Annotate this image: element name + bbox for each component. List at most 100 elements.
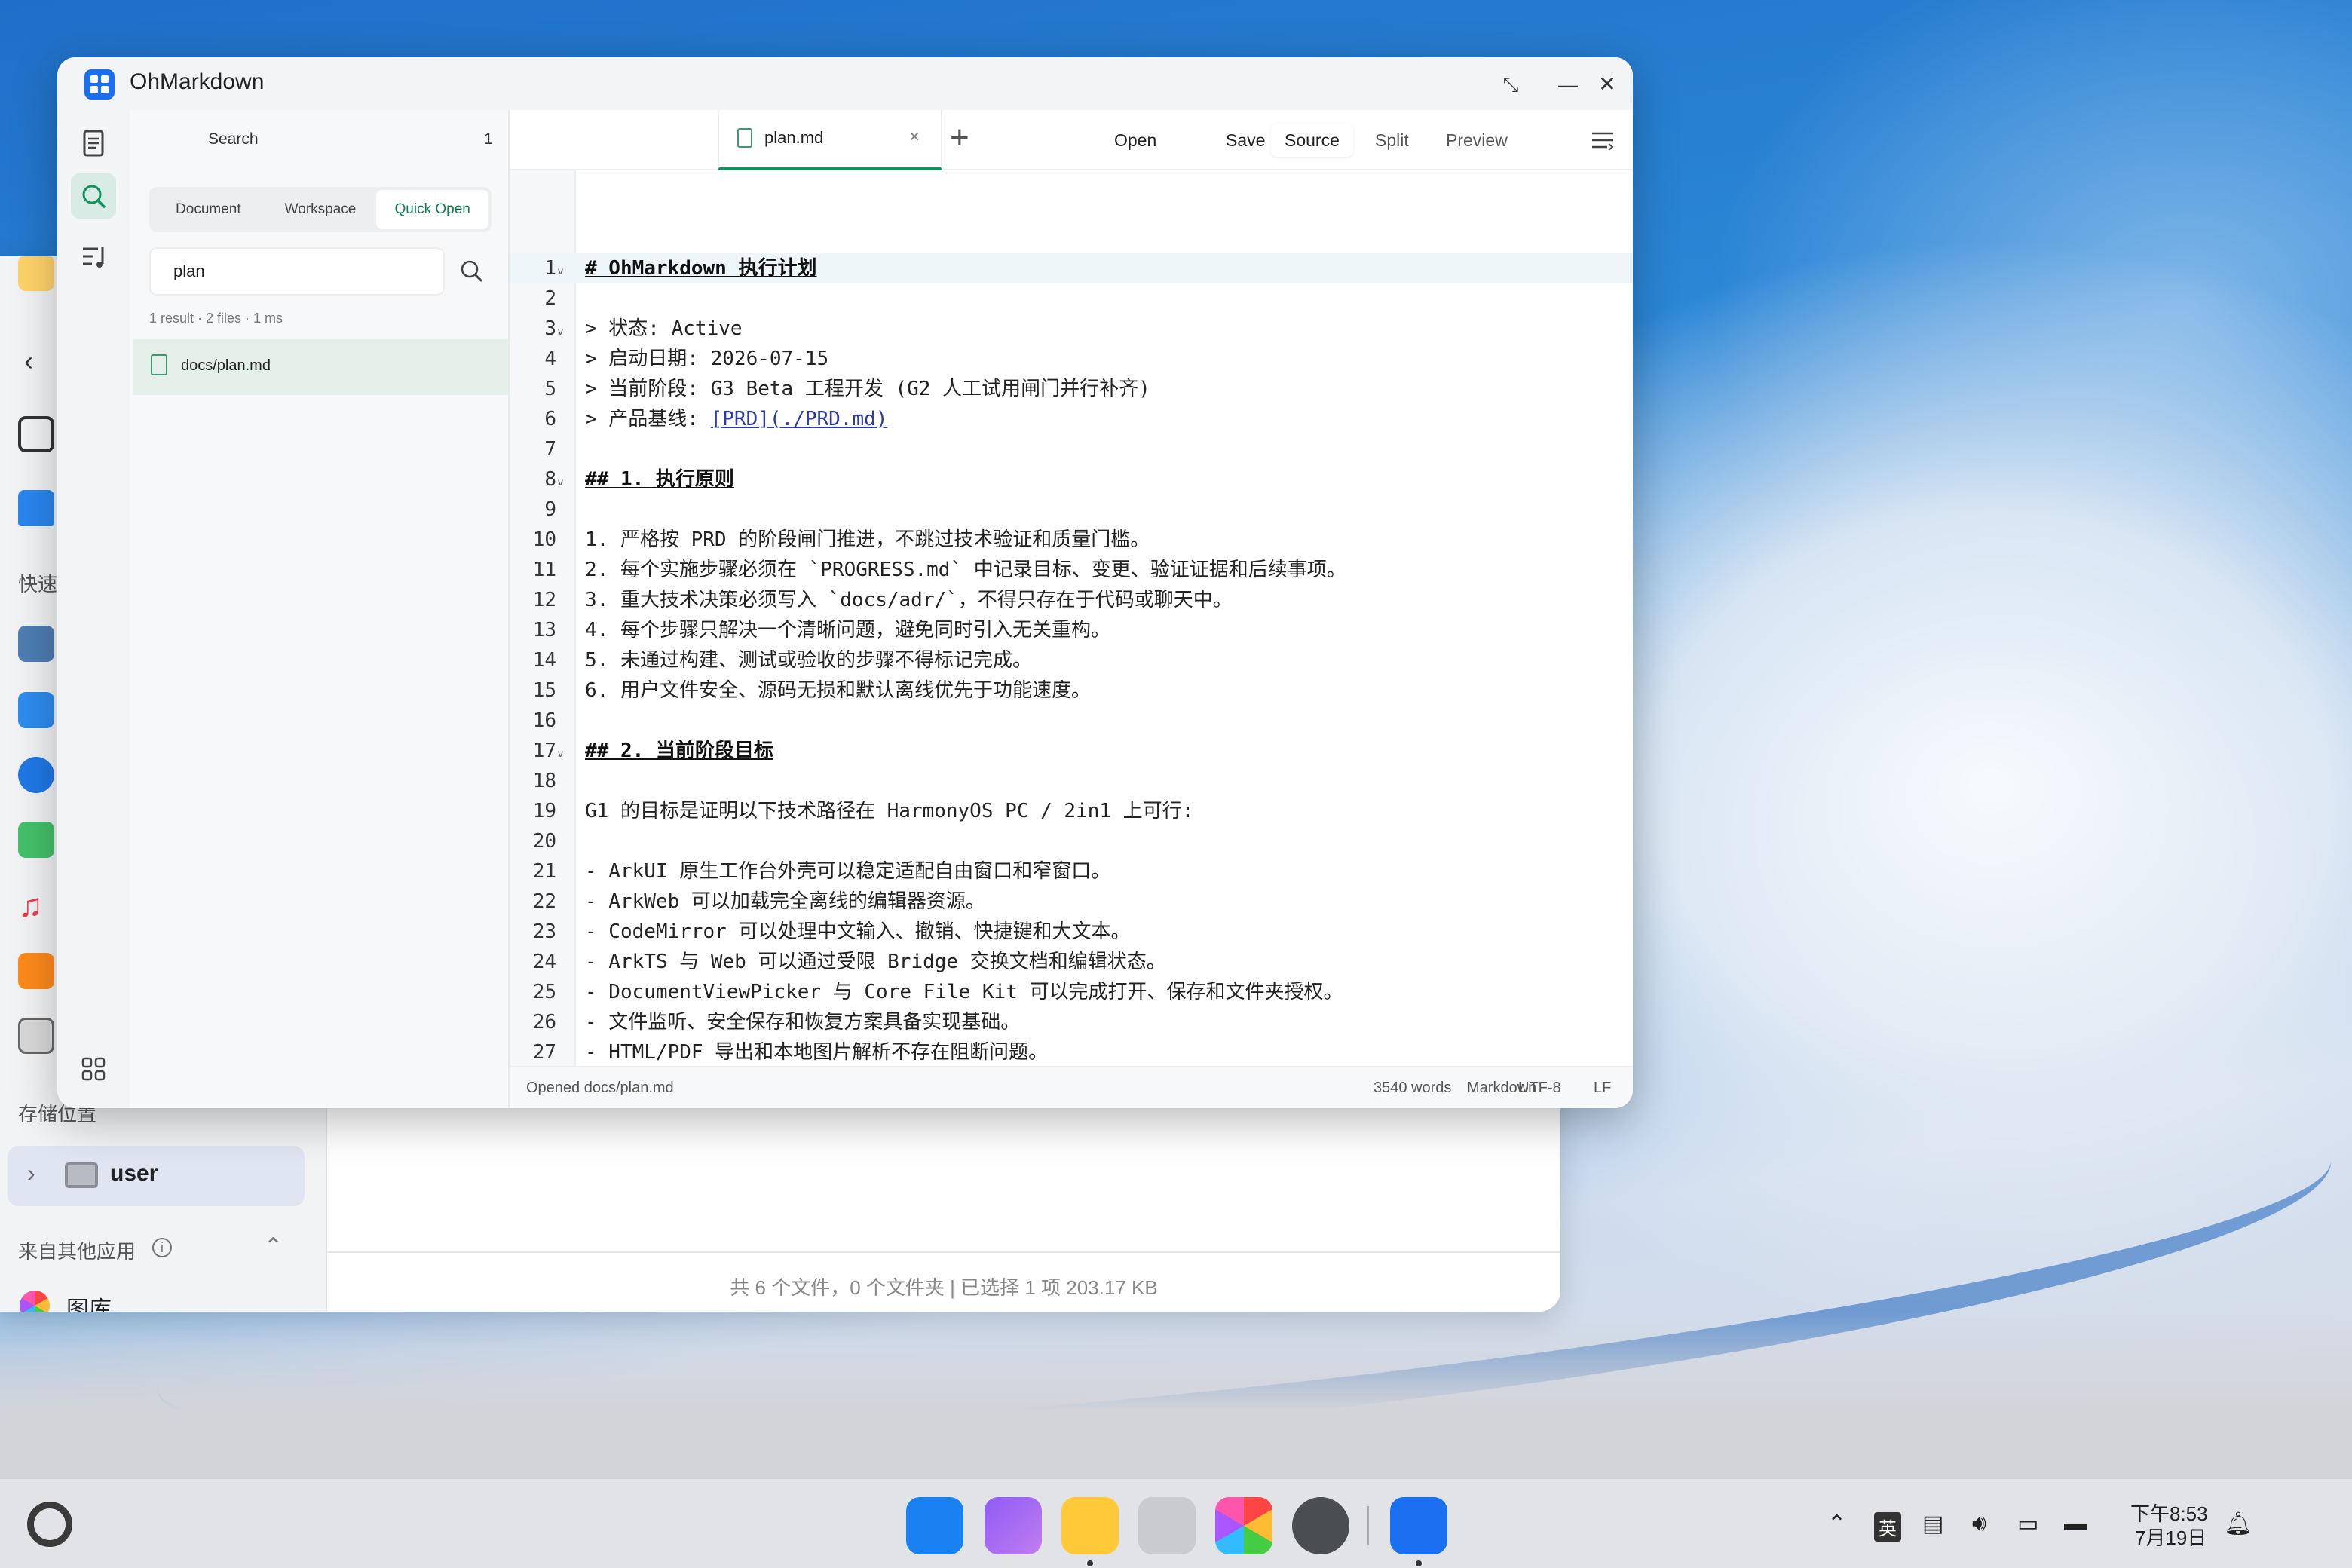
status-message: Opened docs/plan.md [526,1080,674,1096]
settings-icon[interactable] [1292,1497,1349,1554]
code-line[interactable]: 6 > 产品基线: [PRD](./PRD.md) [510,404,1633,434]
display-icon[interactable]: ▭ [2017,1511,2038,1537]
start-button[interactable] [27,1502,72,1547]
desktop-bottom [0,1312,2352,1478]
split-mode-button[interactable]: Split [1361,124,1423,157]
divider [327,1251,1560,1253]
line-text: ## 1. 执行原则 [585,468,734,491]
code-line[interactable]: 4 > 启动日期: 2026-07-15 [510,344,1633,374]
code-line[interactable]: 17 v ## 2. 当前阶段目标 [510,736,1633,766]
search-activity-icon[interactable] [71,173,116,219]
menu-icon[interactable] [1589,127,1616,154]
code-line[interactable]: 9 [510,495,1633,525]
folder-app-icon[interactable] [18,256,54,291]
app-center-icon[interactable] [906,1497,963,1554]
close-button[interactable]: ✕ [1591,68,1624,101]
code-line[interactable]: 14 5. 未通过构建、测试或验收的步骤不得标记完成。 [510,645,1633,675]
code-line[interactable]: 18 [510,766,1633,796]
music-icon[interactable]: ♫ [18,888,54,924]
outline-activity-icon[interactable] [71,234,116,279]
line-ending[interactable]: LF [1594,1080,1611,1097]
new-tab-button[interactable]: + [950,119,969,157]
download-icon[interactable] [18,757,54,793]
close-icon[interactable]: × [909,127,920,148]
markdown-link[interactable]: [PRD](./PRD.md) [711,408,888,430]
code-line[interactable]: 21 - ArkUI 原生工作台外壳可以稳定适配自由窗口和窄窗口。 [510,856,1633,887]
editor[interactable]: 1 v # OhMarkdown 执行计划 2 3 v > 状态: Active 4 > 启动日… [510,170,1633,1066]
code-line[interactable]: 7 [510,434,1633,464]
chevron-up-icon[interactable]: ⌃ [264,1233,283,1260]
code-line[interactable]: 10 1. 严格按 PRD 的阶段闸门推进，不跳过技术验证和质量门槛。 [510,525,1633,555]
code-line[interactable]: 22 - ArkWeb 可以加载完全离线的编辑器资源。 [510,887,1633,917]
encoding[interactable]: UTF-8 [1518,1080,1561,1097]
code-line[interactable]: 25 - DocumentViewPicker 与 Core File Kit 可… [510,977,1633,1007]
chevron-up-icon[interactable]: ⌃ [1827,1511,1846,1537]
images-icon[interactable] [18,822,54,858]
ime-indicator[interactable]: 英 [1874,1512,1901,1542]
code-line[interactable]: 20 [510,826,1633,856]
code-line[interactable]: 23 - CodeMirror 可以处理中文输入、撤销、快捷键和大文本。 [510,917,1633,947]
code-line[interactable]: 12 3. 重大技术决策必须写入 `docs/adr/`，不得只存在于代码或聊天中… [510,585,1633,615]
code-line[interactable]: 13 4. 每个步骤只解决一个清晰问题，避免同时引入无关重构。 [510,615,1633,645]
search-input[interactable] [149,247,445,296]
code-line[interactable]: 27 - HTML/PDF 导出和本地图片解析不存在阻断问题。 [510,1037,1633,1066]
code-line[interactable]: 15 6. 用户文件安全、源码无损和默认离线优先于功能速度。 [510,675,1633,706]
sidebar-item-user[interactable]: › user [8,1146,305,1206]
battery-icon[interactable]: ▬ [2064,1511,2087,1536]
back-icon[interactable]: ‹ [24,345,33,377]
gallery-icon[interactable] [1215,1497,1272,1554]
title-bar[interactable]: OhMarkdown ⤡ — ✕ [57,57,1633,110]
tab-document[interactable]: Document [152,190,265,229]
minimize-button[interactable]: — [1551,68,1585,101]
clipboard-icon[interactable]: ▤ [1922,1511,1943,1537]
tab-bar: plan.md × + Open Save Source Split Previ… [510,110,1633,170]
gallery-label[interactable]: 图库 [66,1291,112,1312]
tab-quick-open[interactable]: Quick Open [376,190,489,229]
tab-plan-md[interactable]: plan.md × [718,110,942,170]
running-indicator [1087,1560,1093,1566]
tab-workspace[interactable]: Workspace [265,190,377,229]
chevron-right-icon[interactable]: › [27,1159,35,1187]
line-number: 19 [532,800,556,822]
line-text: - CodeMirror 可以处理中文输入、撤销、快捷键和大文本。 [585,920,1131,943]
list-item[interactable]: docs/plan.md [133,339,510,395]
notification-icon[interactable]: 🔔︎ [2224,1511,2252,1537]
code-line[interactable]: 16 [510,706,1633,736]
info-icon[interactable]: i [152,1238,172,1257]
line-text: - ArkUI 原生工作台外壳可以稳定适配自由窗口和窄窗口。 [585,860,1111,883]
new-folder-icon[interactable] [18,416,54,452]
code-line[interactable]: 1 v # OhMarkdown 执行计划 [510,253,1633,283]
quick-access-label: 快速 [18,573,58,596]
sidebar-app-icon-1[interactable] [18,626,54,662]
code-line[interactable]: 24 - ArkTS 与 Web 可以通过受限 Bridge 交换文档和编辑状态。 [510,947,1633,977]
video-icon[interactable] [18,953,54,989]
docs-icon[interactable] [18,692,54,728]
code-line[interactable]: 11 2. 每个实施步骤必须在 `PROGRESS.md` 中记录目标、变更、验证… [510,555,1633,585]
code-line[interactable]: 19 G1 的目标是证明以下技术路径在 HarmonyOS PC / 2in1 上… [510,796,1633,826]
multitask-icon[interactable] [985,1497,1042,1554]
home-icon[interactable] [18,490,54,526]
source-mode-button[interactable]: Source [1271,124,1353,157]
trash-icon[interactable] [18,1018,54,1054]
code-line[interactable]: 8 v ## 1. 执行原则 [510,464,1633,495]
volume-icon[interactable]: 🔊︎ [1972,1511,1986,1536]
line-text: - ArkTS 与 Web 可以通过受限 Bridge 交换文档和编辑状态。 [585,951,1166,973]
files-icon[interactable] [1061,1497,1119,1554]
extensions-activity-icon[interactable] [71,1046,116,1092]
line-number: 11 [532,559,556,581]
code-line[interactable]: 5 > 当前阶段: G3 Beta 工程开发 (G2 人工试用闸门并行补齐) [510,374,1633,404]
save-button[interactable]: Save [1212,124,1279,157]
code-line[interactable]: 26 - 文件监听、安全保存和恢复方案具备实现基础。 [510,1007,1633,1037]
code-line[interactable]: 3 v > 状态: Active [510,314,1633,344]
open-button[interactable]: Open [1101,124,1170,157]
ohmarkdown-dock-icon[interactable] [1390,1497,1447,1554]
line-text: > 启动日期: 2026-07-15 [585,348,829,370]
clock-date[interactable]: 7月19日 [2135,1523,2207,1551]
trash-icon[interactable] [1138,1497,1196,1554]
search-icon[interactable] [455,255,488,288]
files-activity-icon[interactable] [71,121,116,166]
search-scope-tabs: Document Workspace Quick Open [149,187,492,232]
preview-mode-button[interactable]: Preview [1432,124,1521,157]
code-line[interactable]: 2 [510,283,1633,314]
restore-icon[interactable]: ⤡ [1494,68,1527,101]
